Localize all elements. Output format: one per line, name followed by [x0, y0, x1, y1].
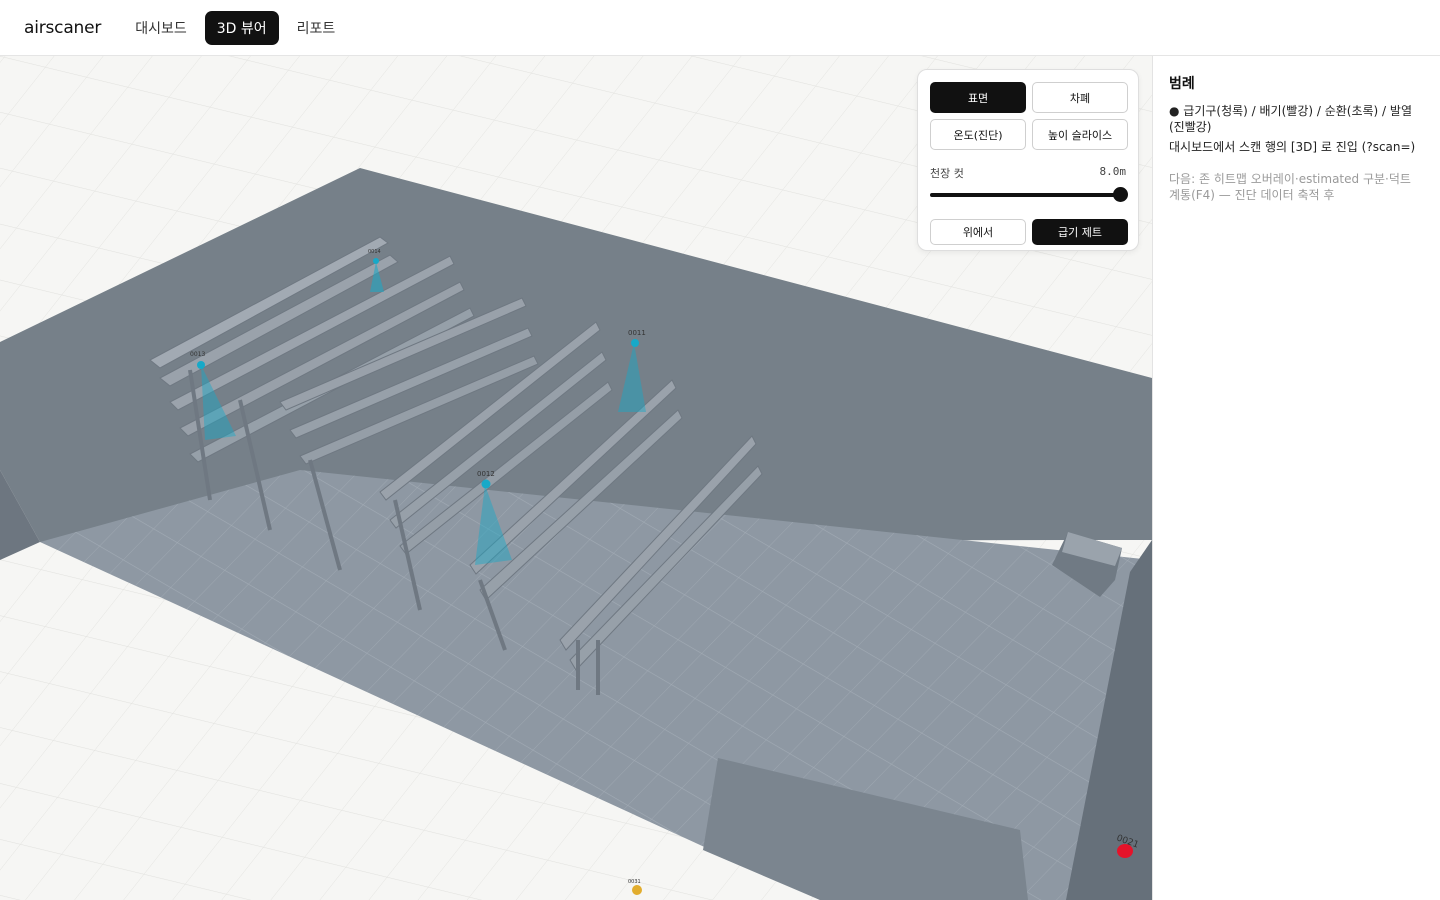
- legend-panel: 범례 ● 급기구(청록) / 배기(빨강) / 순환(초록) / 발열(진빨강)…: [1152, 56, 1440, 900]
- tab-report[interactable]: 리포트: [285, 11, 348, 45]
- supply-marker-0011[interactable]: [631, 339, 639, 347]
- mode-surface-button[interactable]: 표면: [930, 82, 1026, 113]
- supply-jet-button[interactable]: 급기 제트: [1032, 219, 1128, 245]
- legend-line-entry: 대시보드에서 스캔 행의 [3D] 로 진입 (?scan=): [1169, 140, 1416, 154]
- marker-label-0014: 0014: [368, 249, 381, 255]
- supply-marker-0014[interactable]: [373, 258, 379, 264]
- marker-label-0011: 0011: [628, 329, 646, 337]
- legend-line-markers: ● 급기구(청록) / 배기(빨강) / 순환(초록) / 발열(진빨강): [1169, 104, 1412, 134]
- brand-logo: airscaner: [24, 17, 102, 38]
- top-bar: airscaner 대시보드 3D 뷰어 리포트: [0, 0, 1440, 56]
- supply-marker-0012[interactable]: [481, 479, 491, 489]
- ceiling-cut-value: 8.0m: [1099, 165, 1127, 178]
- legend-title: 범례: [1169, 76, 1195, 92]
- marker-label-0031: 0031: [628, 879, 641, 885]
- mode-height-slice-button[interactable]: 높이 슬라이스: [1032, 119, 1128, 150]
- main-nav: 대시보드 3D 뷰어 리포트: [123, 10, 348, 45]
- view-controls-panel: 표면 차폐 온도(진단) 높이 슬라이스 천장 컷 8.0m 위에서 급기 제트: [917, 69, 1139, 251]
- ceiling-cut-slider-handle[interactable]: [1113, 187, 1128, 202]
- tab-dashboard[interactable]: 대시보드: [123, 11, 199, 45]
- marker-label-0012: 0012: [477, 470, 495, 478]
- legend-next-note: 다음: 존 히트맵 오버레이·estimated 구분·덕트 계통(F4) — …: [1169, 172, 1411, 202]
- top-view-button[interactable]: 위에서: [930, 219, 1026, 245]
- supply-marker-0013[interactable]: [197, 361, 205, 369]
- marker-label-0013: 0013: [190, 351, 205, 358]
- tab-3d-viewer[interactable]: 3D 뷰어: [204, 10, 279, 45]
- ceiling-cut-slider[interactable]: [930, 187, 1128, 202]
- mode-occlusion-button[interactable]: 차폐: [1032, 82, 1128, 113]
- mode-temperature-button[interactable]: 온도(진단): [930, 119, 1026, 150]
- ceiling-cut-label: 천장 컷: [930, 167, 964, 180]
- circulation-marker-0031[interactable]: [632, 885, 642, 895]
